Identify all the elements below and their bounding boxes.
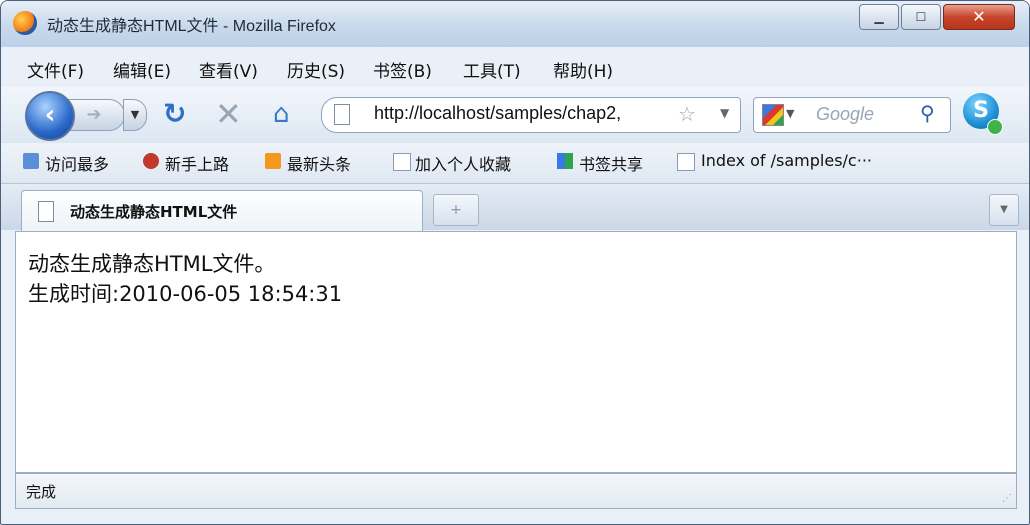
skype-status-badge	[987, 119, 1003, 135]
bookmarks-toolbar: 访问最多 新手上路 最新头条 加入个人收藏 书签共享 Index of /sam…	[1, 143, 1029, 184]
menu-bar: 文件(F) 编辑(E) 查看(V) 历史(S) 书签(B) 工具(T) 帮助(H…	[1, 47, 1029, 87]
maximize-button[interactable]: ☐	[901, 4, 941, 30]
tab-title: 动态生成静态HTML文件	[70, 203, 238, 221]
most-visited-icon	[23, 153, 39, 169]
menu-file[interactable]: 文件(F)	[27, 57, 84, 82]
page-icon	[334, 104, 350, 125]
search-bar[interactable]: ▼ Google ⚲	[753, 97, 951, 133]
bookmark-most-visited[interactable]: 访问最多	[45, 151, 109, 175]
menu-edit[interactable]: 编辑(E)	[113, 57, 171, 82]
firefox-logo-icon	[13, 11, 37, 35]
bookmark-share-icon	[557, 153, 573, 169]
close-button[interactable]: ✕	[943, 4, 1015, 30]
page-icon	[393, 153, 411, 171]
bookmark-share[interactable]: 书签共享	[579, 151, 643, 175]
page-content: 动态生成静态HTML文件。 生成时间:2010-06-05 18:54:31	[15, 231, 1017, 473]
menu-history[interactable]: 历史(S)	[287, 57, 345, 82]
tab-strip: 动态生成静态HTML文件 + ▼	[1, 184, 1029, 231]
back-button[interactable]: ‹	[25, 91, 75, 141]
bookmark-getting-started[interactable]: 新手上路	[165, 151, 229, 175]
reload-icon[interactable]: ↻	[163, 97, 186, 130]
menu-bookmarks[interactable]: 书签(B)	[373, 57, 432, 82]
menu-tools[interactable]: 工具(T)	[463, 57, 521, 82]
title-bar: 动态生成静态HTML文件 - Mozilla Firefox ▁ ☐ ✕	[1, 1, 1029, 47]
status-bar: 完成 ⋰	[15, 473, 1017, 509]
search-icon[interactable]: ⚲	[920, 101, 935, 125]
search-engine-dropdown-icon[interactable]: ▼	[786, 107, 794, 120]
navigation-toolbar: ➔ ▼ ‹ ↻ ✕ ⌂ http://localhost/samples/cha…	[1, 87, 1029, 143]
resize-grip-icon[interactable]: ⋰	[1002, 493, 1012, 504]
search-placeholder[interactable]: Google	[816, 104, 874, 125]
google-icon[interactable]	[762, 104, 784, 126]
tab-list-dropdown-button[interactable]: ▼	[989, 194, 1019, 226]
url-dropdown-icon[interactable]: ▼	[720, 106, 729, 120]
bookmark-index-of-samples[interactable]: Index of /samples/c···	[701, 151, 872, 170]
rss-feed-icon	[265, 153, 281, 169]
browser-window: 动态生成静态HTML文件 - Mozilla Firefox ▁ ☐ ✕ 文件(…	[0, 0, 1030, 525]
home-icon[interactable]: ⌂	[273, 99, 290, 129]
stop-icon[interactable]: ✕	[215, 95, 242, 133]
page-icon	[677, 153, 695, 171]
url-bar[interactable]: http://localhost/samples/chap2, ☆ ▼	[321, 97, 741, 133]
url-text[interactable]: http://localhost/samples/chap2,	[374, 103, 676, 124]
window-title: 动态生成静态HTML文件 - Mozilla Firefox	[47, 18, 336, 35]
page-text-line-2: 生成时间:2010-06-05 18:54:31	[28, 282, 343, 306]
bookmark-add-favorites[interactable]: 加入个人收藏	[415, 151, 511, 175]
menu-help[interactable]: 帮助(H)	[553, 57, 613, 82]
page-icon	[38, 201, 54, 222]
minimize-button[interactable]: ▁	[859, 4, 899, 30]
bookmark-star-icon[interactable]: ☆	[678, 102, 696, 126]
menu-view[interactable]: 查看(V)	[199, 57, 258, 82]
history-dropdown-button[interactable]: ▼	[123, 99, 147, 131]
status-text: 完成	[26, 483, 57, 501]
page-text-line-1: 动态生成静态HTML文件。	[28, 252, 276, 276]
bookmark-latest-headlines[interactable]: 最新头条	[287, 151, 351, 175]
firefox-getting-started-icon	[143, 153, 159, 169]
tab-active[interactable]: 动态生成静态HTML文件	[21, 190, 423, 231]
new-tab-button[interactable]: +	[433, 194, 479, 226]
